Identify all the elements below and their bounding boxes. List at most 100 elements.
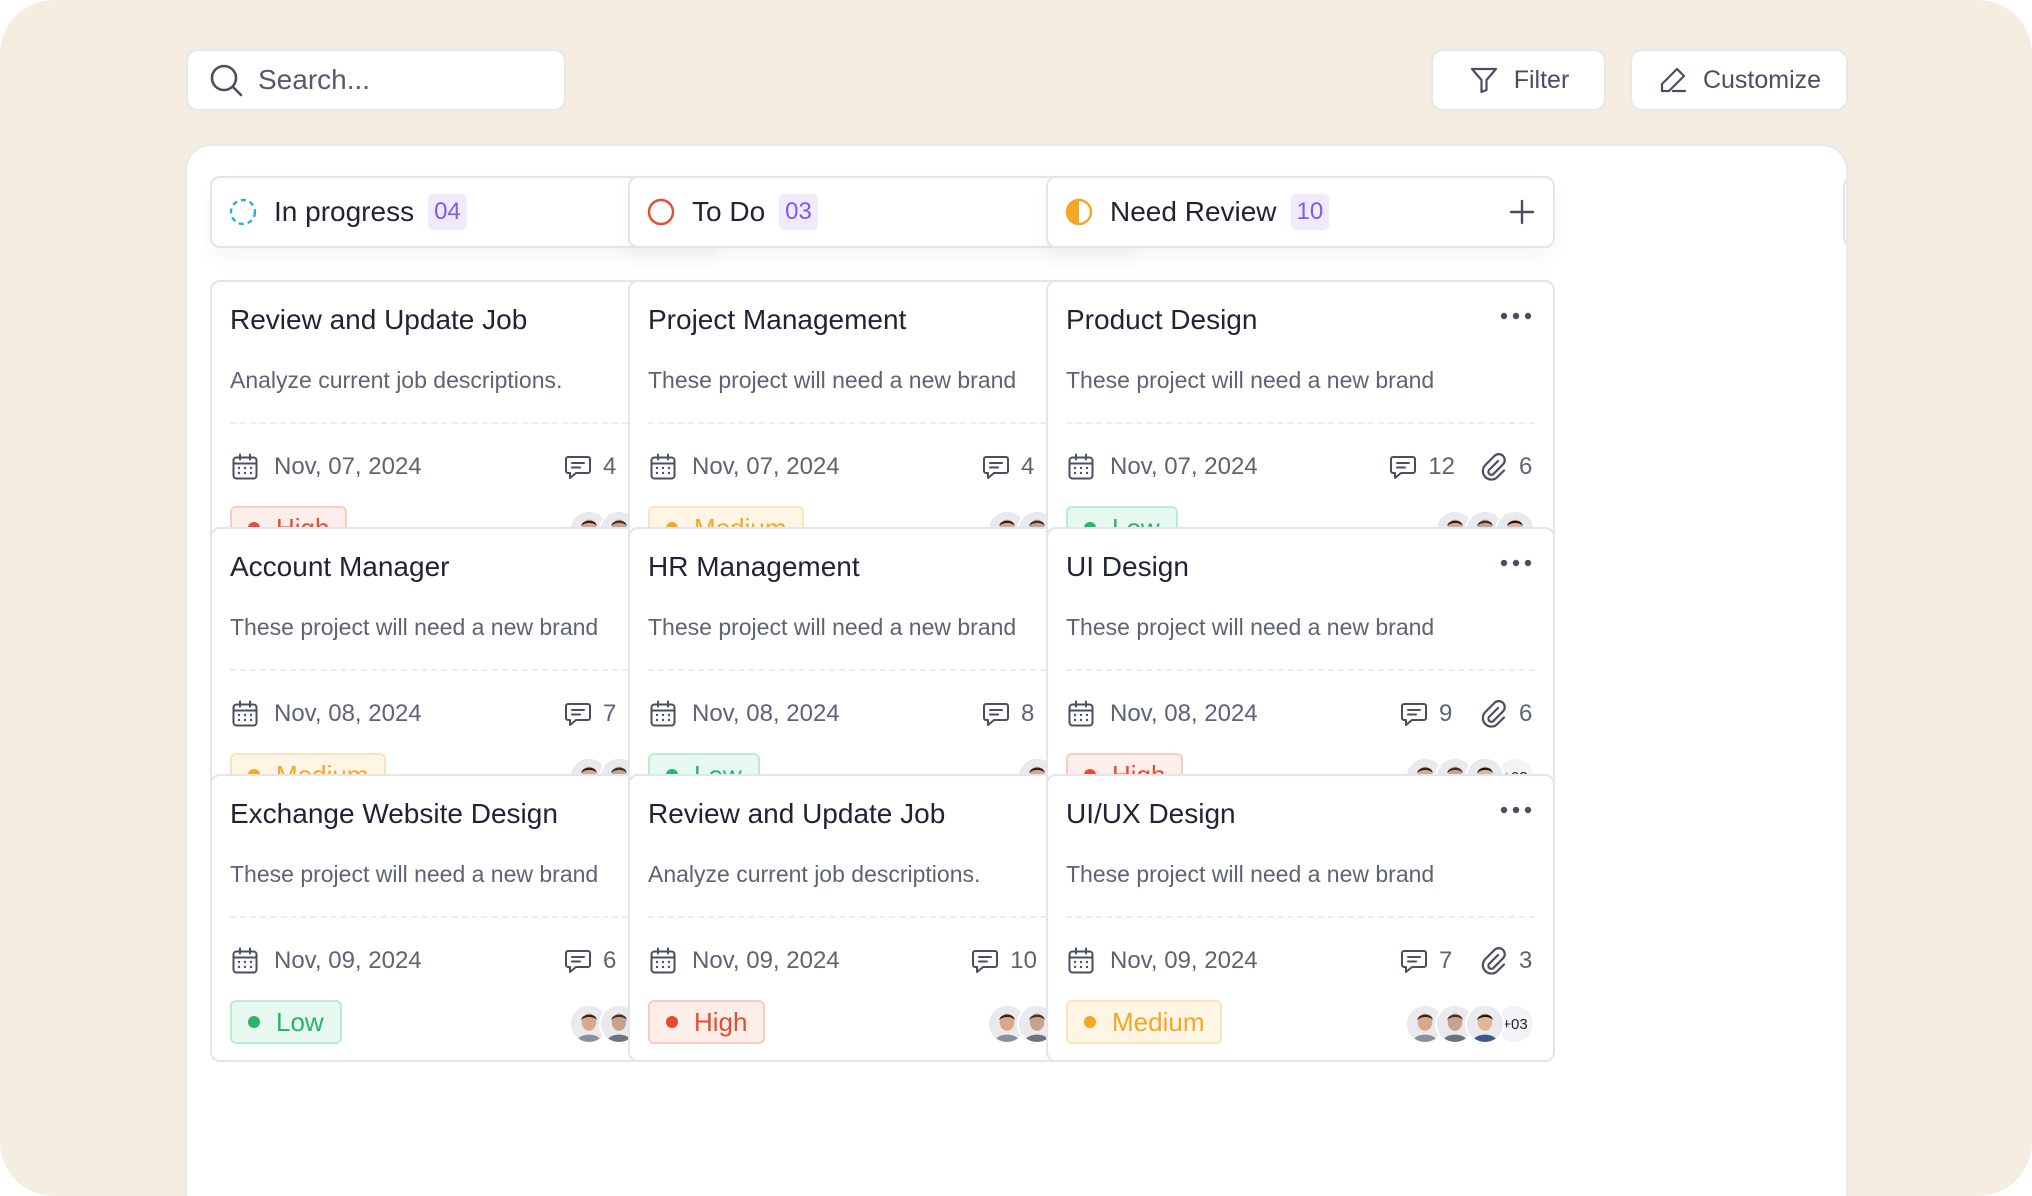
comment-icon — [983, 703, 1009, 726]
search-box[interactable] — [186, 49, 566, 111]
card-divider — [1066, 916, 1535, 918]
comment-icon — [983, 456, 1009, 479]
customize-label: Customize — [1702, 65, 1822, 94]
card-due-date: Nov, 07, 2024 — [274, 453, 422, 480]
attachment-count: 6 — [1519, 453, 1533, 480]
column-title: Need Review — [1110, 196, 1277, 227]
search-input[interactable] — [258, 64, 538, 96]
card-meta-row: Nov, 09, 2024 7 3 — [1066, 942, 1535, 980]
card-title: Review and Update Job — [230, 304, 528, 335]
calendar-icon — [232, 453, 258, 480]
card-title: HR Management — [648, 551, 860, 582]
attachment-icon — [1481, 453, 1506, 481]
comment-count: 8 — [1021, 700, 1035, 727]
calendar-icon — [1068, 700, 1094, 727]
priority-dot — [248, 1016, 260, 1028]
calendar-icon — [1068, 453, 1094, 480]
dashed-circle-icon — [229, 198, 257, 226]
card-description: These project will need a new brand — [230, 614, 599, 640]
calendar-icon — [650, 453, 676, 480]
calendar-icon — [232, 700, 258, 727]
board-column-2: Need Review 10 Product Design These proj… — [1046, 176, 1555, 1062]
comment-icon — [1401, 703, 1427, 726]
attachment-icon — [1481, 947, 1506, 975]
card-description: These project will need a new brand — [648, 614, 1017, 640]
comment-count: 4 — [603, 453, 617, 480]
avatar — [1465, 1004, 1505, 1044]
card-title: UI Design — [1066, 551, 1189, 582]
column-count-badge: 10 — [1290, 194, 1330, 230]
card-title: Project Management — [648, 304, 907, 335]
card-description: These project will need a new brand — [1066, 614, 1435, 640]
comment-count: 4 — [1021, 453, 1035, 480]
comment-count: 10 — [1010, 947, 1037, 974]
column-title: In progress — [274, 196, 415, 227]
attachment-count: 6 — [1519, 700, 1533, 727]
more-options-icon[interactable] — [1499, 557, 1533, 569]
comment-icon — [1401, 950, 1427, 973]
column-header: Need Review 10 — [1046, 176, 1555, 248]
card-title: UI/UX Design — [1066, 798, 1236, 829]
filter-button[interactable]: Filter — [1431, 49, 1606, 111]
task-card[interactable]: UI/UX Design These project will need a n… — [1046, 774, 1555, 1062]
column-title: To Do — [692, 196, 766, 227]
attachment-count: 3 — [1519, 947, 1533, 974]
card-title: Account Manager — [230, 551, 450, 582]
next-column-edge — [1843, 176, 1846, 248]
card-due-date: Nov, 09, 2024 — [274, 947, 422, 974]
priority-badge: Medium — [1066, 1000, 1223, 1044]
card-due-date: Nov, 08, 2024 — [274, 700, 422, 727]
card-due-date: Nov, 07, 2024 — [692, 453, 840, 480]
card-title: Review and Update Job — [648, 798, 946, 829]
priority-label: High — [694, 1006, 748, 1037]
attachment-icon — [1481, 700, 1506, 728]
card-description: These project will need a new brand — [1066, 367, 1435, 393]
card-due-date: Nov, 09, 2024 — [692, 947, 840, 974]
priority-dot — [1084, 1016, 1096, 1028]
card-divider — [1066, 422, 1535, 424]
task-card[interactable]: Product Design These project will need a… — [1046, 280, 1555, 568]
calendar-icon — [650, 700, 676, 727]
priority-label: Low — [276, 1006, 324, 1037]
card-description: These project will need a new brand — [1066, 861, 1435, 887]
priority-dot — [666, 1016, 678, 1028]
search-icon — [210, 64, 243, 97]
column-count-badge: 04 — [428, 194, 467, 230]
card-title: Exchange Website Design — [230, 798, 558, 829]
card-description: These project will need a new brand — [230, 861, 599, 887]
card-due-date: Nov, 09, 2024 — [1110, 947, 1258, 974]
comment-count: 7 — [1439, 947, 1453, 974]
priority-badge: Low — [230, 1000, 342, 1044]
priority-label: Medium — [1112, 1006, 1205, 1037]
card-due-date: Nov, 08, 2024 — [692, 700, 840, 727]
filter-icon — [1470, 67, 1497, 94]
card-meta-row: Nov, 07, 2024 12 6 — [1066, 448, 1535, 486]
priority-badge: High — [648, 1000, 766, 1044]
pen-edit-icon — [1660, 67, 1687, 93]
column-count-badge: 03 — [779, 194, 818, 230]
comment-icon — [565, 950, 591, 973]
card-meta-row: Nov, 08, 2024 9 6 — [1066, 695, 1535, 733]
card-description: Analyze current job descriptions. — [230, 367, 563, 393]
comment-count: 6 — [603, 947, 617, 974]
half-circle-icon — [1065, 198, 1093, 226]
card-description: Analyze current job descriptions. — [648, 861, 981, 887]
add-card-icon[interactable] — [1507, 197, 1537, 227]
app-frame: Filter Customize In progress 04 Review a… — [0, 0, 2032, 1196]
more-options-icon[interactable] — [1499, 804, 1533, 816]
more-options-icon[interactable] — [1499, 310, 1533, 322]
card-divider — [1066, 669, 1535, 671]
card-due-date: Nov, 08, 2024 — [1110, 700, 1258, 727]
empty-circle-icon — [647, 198, 675, 226]
card-due-date: Nov, 07, 2024 — [1110, 453, 1258, 480]
comment-count: 9 — [1439, 700, 1453, 727]
filter-label: Filter — [1513, 65, 1570, 94]
comment-icon — [565, 703, 591, 726]
task-card[interactable]: UI Design These project will need a new … — [1046, 527, 1555, 815]
assignee-avatars[interactable]: +03 — [1405, 1004, 1535, 1044]
calendar-icon — [1068, 947, 1094, 974]
comment-icon — [1390, 456, 1417, 479]
card-description: These project will need a new brand — [648, 367, 1017, 393]
calendar-icon — [232, 947, 258, 974]
customize-button[interactable]: Customize — [1630, 49, 1848, 111]
